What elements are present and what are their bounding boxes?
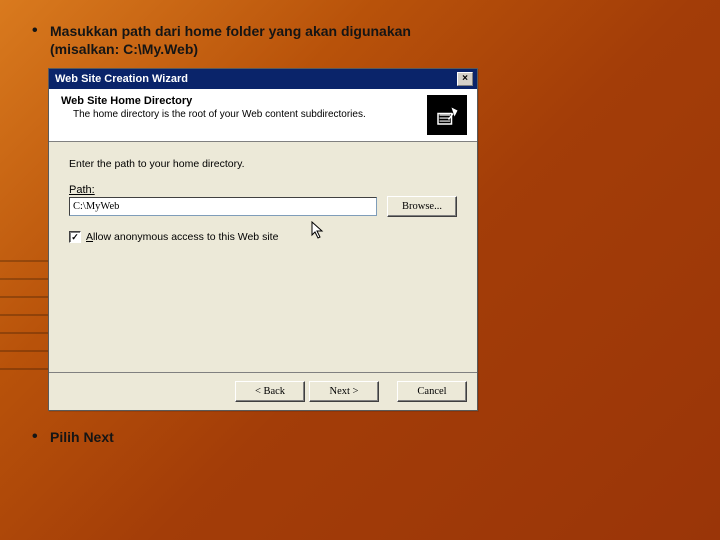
- wizard-icon: [427, 95, 467, 135]
- dialog-title: Web Site Creation Wizard: [55, 73, 188, 85]
- next-button[interactable]: Next >: [309, 381, 379, 402]
- dialog-footer: < Back Next > Cancel: [49, 372, 477, 410]
- checkbox-label: Allow anonymous access to this Web site: [86, 231, 278, 243]
- header-subtitle: The home directory is the root of your W…: [59, 109, 421, 120]
- anonymous-access-checkbox[interactable]: ✓: [69, 231, 81, 243]
- instruction-text: Enter the path to your home directory.: [69, 158, 457, 170]
- bullet-bottom-text: Pilih Next: [50, 429, 114, 445]
- browse-button[interactable]: Browse...: [387, 196, 457, 217]
- dialog-header: Web Site Home Directory The home directo…: [49, 89, 477, 142]
- close-icon[interactable]: ×: [457, 72, 473, 86]
- back-button[interactable]: < Back: [235, 381, 305, 402]
- wizard-dialog: Web Site Creation Wizard × Web Site Home…: [48, 68, 478, 411]
- dialog-body: Enter the path to your home directory. P…: [49, 142, 477, 372]
- bullet-text-line2: (misalkan: C:\My.Web): [50, 41, 198, 57]
- header-title: Web Site Home Directory: [59, 95, 421, 107]
- instruction-bullet-bottom: Pilih Next: [28, 429, 692, 445]
- titlebar: Web Site Creation Wizard ×: [49, 69, 477, 89]
- path-label: Path:: [69, 184, 457, 196]
- bullet-text-line1: Masukkan path dari home folder yang akan…: [50, 23, 411, 39]
- cancel-button[interactable]: Cancel: [397, 381, 467, 402]
- path-input[interactable]: [69, 197, 377, 216]
- instruction-bullet-top: Masukkan path dari home folder yang akan…: [28, 22, 692, 58]
